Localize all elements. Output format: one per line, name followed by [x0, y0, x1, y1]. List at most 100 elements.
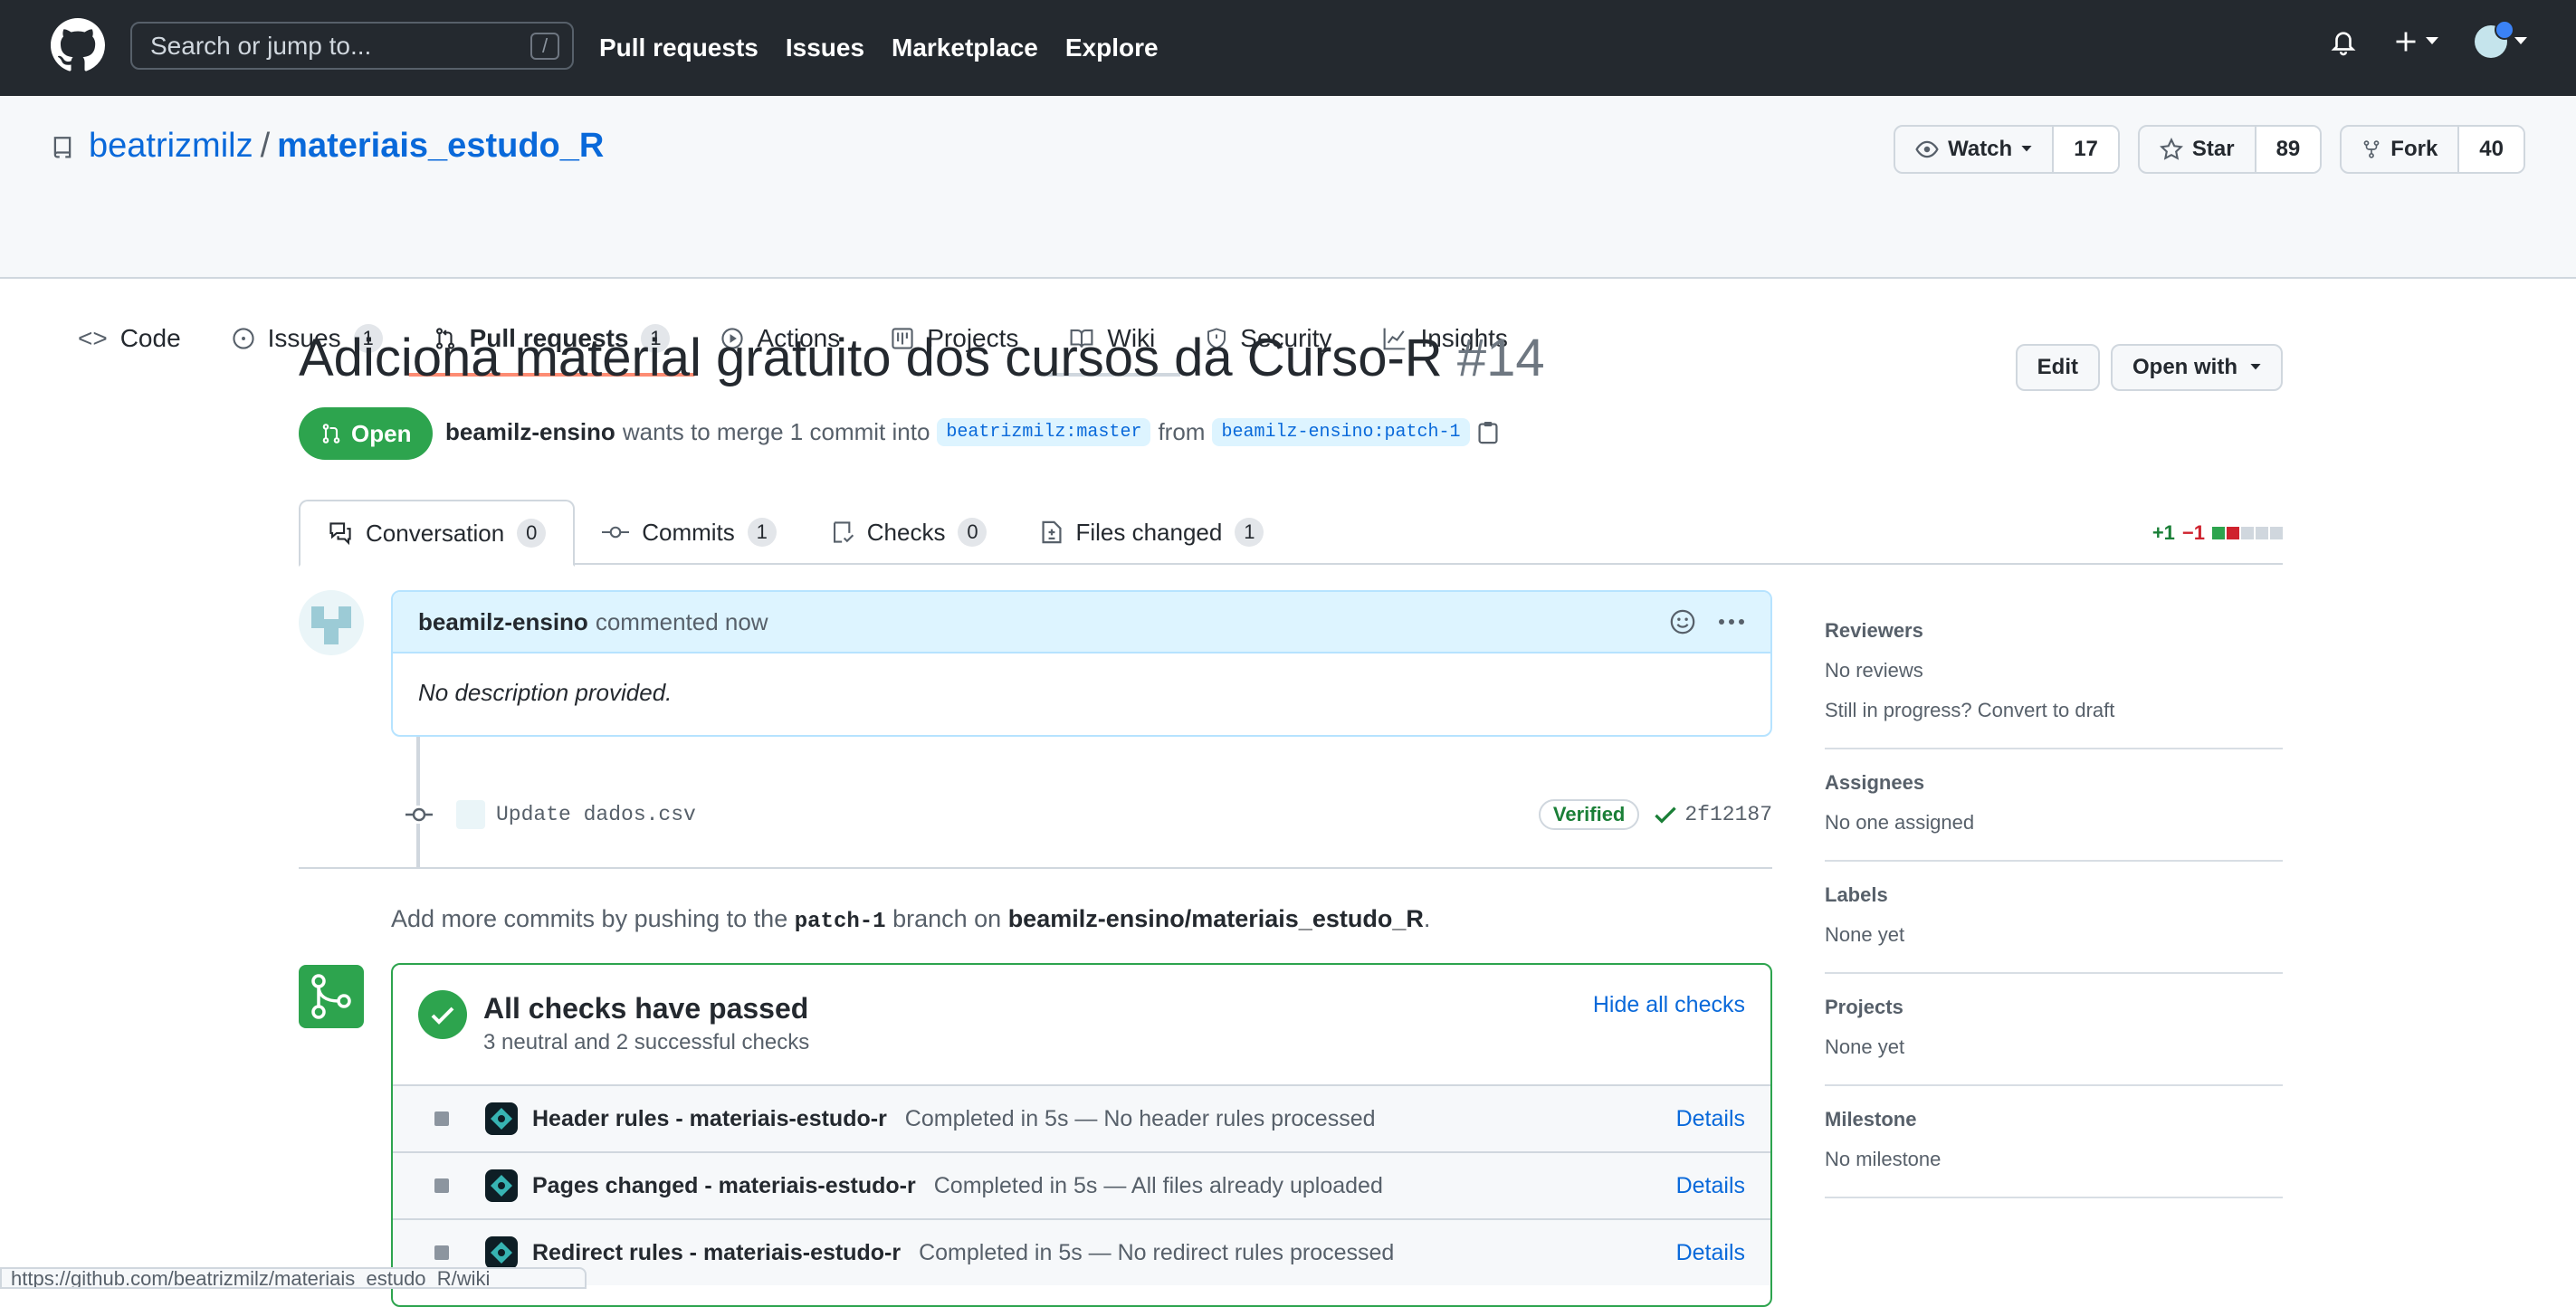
- repo-icon: [53, 136, 72, 158]
- nav-pull-requests[interactable]: Pull requests: [599, 33, 758, 62]
- tab-label: Files changed: [1075, 518, 1223, 546]
- star-group: Star 89: [2137, 125, 2323, 174]
- avatar[interactable]: [299, 590, 364, 655]
- branch-name: patch-1: [794, 910, 886, 934]
- sidebar-value: No one assigned: [1825, 811, 1975, 834]
- details-link[interactable]: Details: [1676, 1173, 1745, 1199]
- checks-box: All checks have passed 3 neutral and 2 s…: [391, 963, 1772, 1307]
- sidebar-heading[interactable]: Reviewers: [1825, 619, 2283, 643]
- kebab-horizontal-icon[interactable]: [1718, 617, 1745, 626]
- nav-marketplace[interactable]: Marketplace: [892, 33, 1038, 62]
- diffstat[interactable]: +1 −1: [2152, 521, 2283, 545]
- hint-text: .: [1423, 905, 1431, 932]
- comment-header: beamilz-ensino commented now: [393, 592, 1770, 654]
- smiley-icon[interactable]: [1669, 608, 1696, 635]
- hint-text: branch on: [892, 905, 1002, 932]
- tab-label: Code: [119, 324, 181, 352]
- repo-name-link[interactable]: materiais_estudo_R: [277, 127, 604, 166]
- fork-button[interactable]: Fork: [2342, 127, 2457, 172]
- eye-icon: [1915, 140, 1939, 158]
- watch-group: Watch 17: [1894, 125, 2120, 174]
- git-pull-request-icon: [322, 424, 340, 444]
- sidebar-value: None yet: [1825, 1035, 1905, 1058]
- user-menu[interactable]: [2475, 20, 2527, 58]
- tab-code[interactable]: <> Code: [52, 302, 206, 375]
- watch-button[interactable]: Watch: [1895, 127, 2052, 172]
- sidebar-heading[interactable]: Labels: [1825, 883, 2283, 907]
- diffstat-bar: [2212, 527, 2283, 539]
- verified-badge[interactable]: Verified: [1538, 799, 1640, 830]
- tab-commits[interactable]: Commits 1: [575, 500, 804, 565]
- check-name-text: Pages changed - materiais-estudo-r: [532, 1172, 916, 1198]
- copy-icon[interactable]: [1477, 420, 1499, 445]
- github-logo-icon[interactable]: [51, 18, 105, 72]
- status-label: Open: [351, 419, 412, 447]
- check-name: Pages changed - materiais-estudo-r Comple…: [532, 1173, 1383, 1199]
- deletions-count: −1: [2181, 521, 2205, 544]
- fork-count[interactable]: 40: [2457, 127, 2524, 172]
- comment-body: No description provided.: [418, 679, 673, 706]
- convert-to-draft-link[interactable]: Still in progress? Convert to draft: [1825, 699, 2283, 722]
- browser-status-bar: https://github.com/beatrizmilz/materiais…: [0, 1267, 587, 1289]
- check-icon[interactable]: [1654, 805, 1677, 825]
- check-row: Redirect rules - materiais-estudo-r Compl…: [393, 1218, 1770, 1285]
- status-badge: Open: [299, 407, 434, 460]
- sidebar-heading[interactable]: Assignees: [1825, 771, 2283, 795]
- tab-conversation[interactable]: Conversation 0: [299, 500, 576, 567]
- nav-explore[interactable]: Explore: [1065, 33, 1159, 62]
- repo-header: beatrizmilz / materiais_estudo_R Watch 17…: [0, 96, 2576, 377]
- check-name-text: Header rules - materiais-estudo-r: [532, 1105, 887, 1131]
- star-icon: [2159, 138, 2183, 160]
- from-text: from: [1158, 418, 1206, 445]
- caret-down-icon: [2250, 364, 2261, 370]
- pr-number: #14: [1456, 329, 1545, 387]
- open-with-button[interactable]: Open with: [2111, 344, 2283, 391]
- comment-timestamp[interactable]: commented now: [596, 608, 768, 636]
- git-commit-icon: [602, 526, 630, 539]
- fork-repo-link[interactable]: beamilz-ensino/materiais_estudo_R: [1008, 905, 1424, 932]
- fork-icon: [2363, 140, 2380, 158]
- commit-sha[interactable]: 2f12187: [1684, 803, 1772, 826]
- head-branch[interactable]: beamilz-ensino:patch-1: [1212, 418, 1470, 446]
- details-link[interactable]: Details: [1676, 1106, 1745, 1132]
- sidebar-value: No milestone: [1825, 1148, 1942, 1170]
- checks-summary: All checks have passed 3 neutral and 2 s…: [393, 965, 1770, 1084]
- watch-count[interactable]: 17: [2052, 127, 2118, 172]
- base-branch[interactable]: beatrizmilz:master: [937, 418, 1151, 446]
- pr-author-link[interactable]: beamilz-ensino: [445, 418, 615, 446]
- star-button[interactable]: Star: [2140, 127, 2255, 172]
- caret-down-icon: [2021, 146, 2032, 152]
- sidebar-heading[interactable]: Projects: [1825, 996, 2283, 1019]
- git-merge-icon: [299, 965, 364, 1028]
- tab-label: Commits: [642, 518, 735, 546]
- commit-message[interactable]: Update dados.csv: [496, 803, 696, 826]
- pr-sidebar: Reviewers No reviews Still in progress? …: [1825, 597, 2283, 1198]
- repo-title: beatrizmilz / materiais_estudo_R: [51, 127, 604, 166]
- tab-label: Conversation: [366, 519, 505, 547]
- bell-icon[interactable]: [2330, 26, 2357, 57]
- create-new-dropdown[interactable]: [2393, 29, 2438, 54]
- header-actions: [2330, 20, 2527, 58]
- caret-down-icon: [2514, 37, 2527, 44]
- pr-header-actions: Edit Open with: [2015, 344, 2283, 391]
- checks-title: All checks have passed: [483, 992, 809, 1025]
- netlify-app-icon: [485, 1169, 518, 1202]
- search-input[interactable]: Search or jump to... /: [130, 22, 574, 70]
- tab-checks[interactable]: Checks 0: [804, 500, 1015, 565]
- nav-issues[interactable]: Issues: [786, 33, 864, 62]
- comment-box: beamilz-ensino commented now No descripti…: [391, 590, 1772, 737]
- hide-all-checks-link[interactable]: Hide all checks: [1593, 992, 1745, 1018]
- check-row: Pages changed - materiais-estudo-r Comple…: [393, 1151, 1770, 1218]
- edit-button[interactable]: Edit: [2015, 344, 2100, 391]
- comment-author[interactable]: beamilz-ensino: [418, 608, 588, 636]
- tab-files-changed[interactable]: Files changed 1: [1014, 500, 1291, 565]
- sidebar-labels: Labels None yet: [1825, 862, 2283, 974]
- check-name-text: Redirect rules - materiais-estudo-r: [532, 1239, 902, 1265]
- neutral-status-icon: [434, 1111, 449, 1126]
- star-count[interactable]: 89: [2254, 127, 2321, 172]
- search-shortcut-key: /: [530, 33, 559, 60]
- sidebar-heading[interactable]: Milestone: [1825, 1108, 2283, 1131]
- commit-author-avatar[interactable]: [456, 800, 485, 829]
- repo-owner-link[interactable]: beatrizmilz: [89, 127, 253, 166]
- details-link[interactable]: Details: [1676, 1240, 1745, 1266]
